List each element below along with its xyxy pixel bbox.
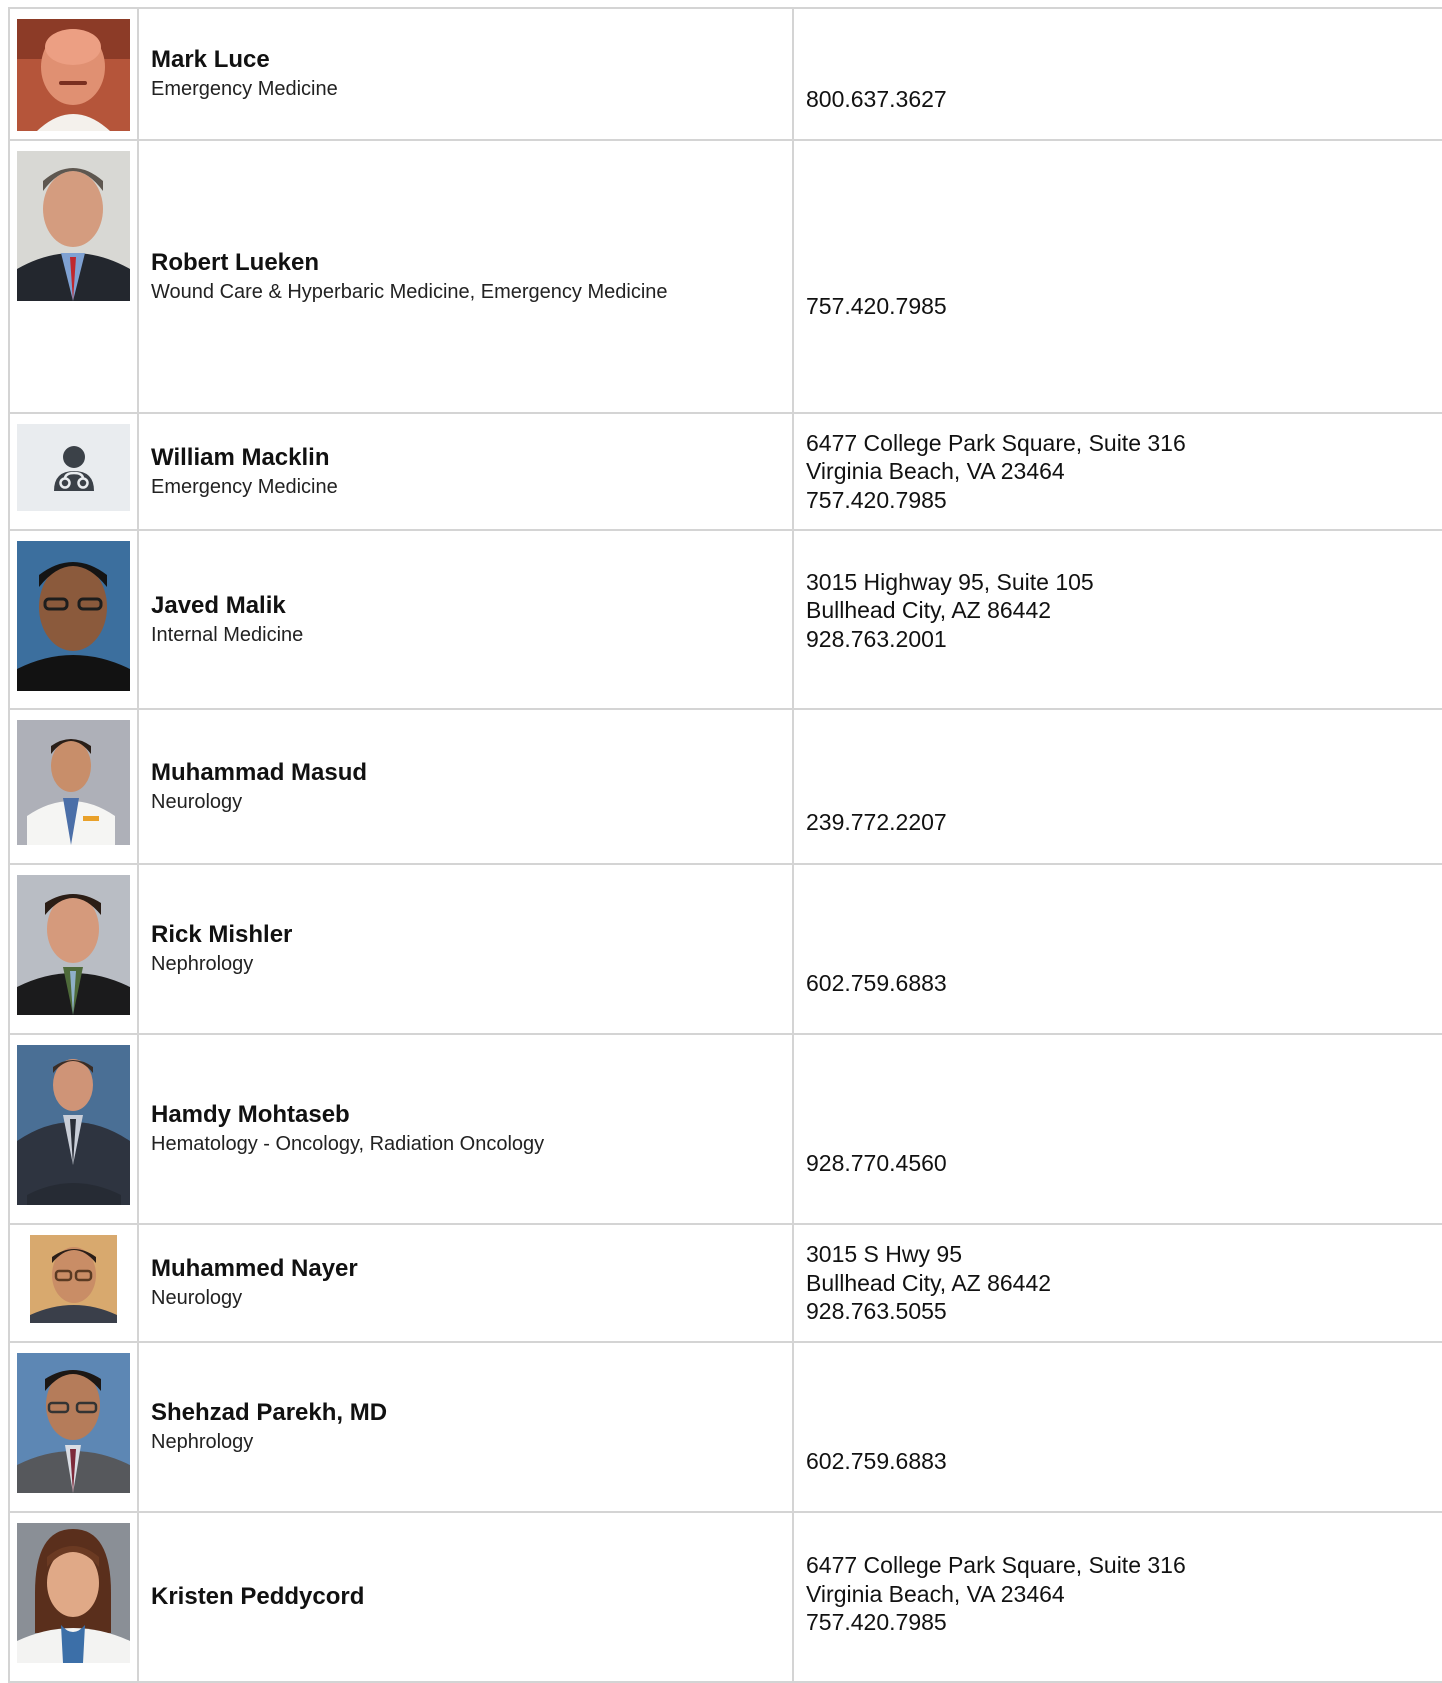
contact-cell: 602.759.6883 xyxy=(792,1341,1442,1513)
doctor-address-line2: Virginia Beach, VA 23464 xyxy=(806,458,1065,485)
doctor-specialty: Nephrology xyxy=(151,1431,254,1453)
photo-cell xyxy=(8,1223,139,1343)
name-cell: William Macklin Emergency Medicine xyxy=(137,412,794,531)
doctor-row: Kristen Peddycord 6477 College Park Squa… xyxy=(8,1511,1442,1683)
doctor-address-line1: 3015 Highway 95, Suite 105 xyxy=(806,568,1094,595)
doctor-phone[interactable]: 757.420.7985 xyxy=(806,292,1442,321)
doctor-row: Robert Lueken Wound Care & Hyperbaric Me… xyxy=(8,139,1442,414)
contact-cell: 757.420.7985 xyxy=(792,139,1442,414)
photo-cell xyxy=(8,863,139,1035)
doctor-address-line1: 6477 College Park Square, Suite 316 xyxy=(806,1552,1186,1579)
name-cell: Robert Lueken Wound Care & Hyperbaric Me… xyxy=(137,139,794,414)
doctor-address-line2: Virginia Beach, VA 23464 xyxy=(806,1580,1065,1607)
doctor-phone[interactable]: 928.763.5055 xyxy=(806,1297,1442,1326)
doctor-address-line2: Bullhead City, AZ 86442 xyxy=(806,597,1052,624)
doctor-row: Muhammad Masud Neurology 239.772.2207 xyxy=(8,708,1442,865)
name-cell: Shehzad Parekh, MD Nephrology xyxy=(137,1341,794,1513)
doctor-directory-table: Mark Luce Emergency Medicine 800.637.362… xyxy=(8,7,1442,1683)
doctor-phone[interactable]: 757.420.7985 xyxy=(806,1608,1442,1637)
doctor-phone[interactable]: 602.759.6883 xyxy=(806,1447,1442,1476)
photo-cell xyxy=(8,139,139,414)
doctor-photo[interactable] xyxy=(17,1523,130,1663)
contact-cell: 928.770.4560 xyxy=(792,1033,1442,1225)
name-cell: Mark Luce Emergency Medicine xyxy=(137,7,794,141)
photo-cell xyxy=(8,1341,139,1513)
doctor-specialty: Emergency Medicine xyxy=(151,78,338,100)
doctor-row: Muhammed Nayer Neurology 3015 S Hwy 95 B… xyxy=(8,1223,1442,1343)
doctor-address-line1: 3015 S Hwy 95 xyxy=(806,1241,962,1268)
contact-cell: 3015 S Hwy 95 Bullhead City, AZ 86442 92… xyxy=(792,1223,1442,1343)
doctor-photo[interactable] xyxy=(17,720,130,845)
doctor-photo[interactable] xyxy=(17,1353,130,1493)
doctor-name[interactable]: Hamdy Mohtaseb xyxy=(151,1100,792,1130)
doctor-specialty: Neurology xyxy=(151,790,243,813)
photo-cell xyxy=(8,7,139,141)
doctor-specialty: Hematology - Oncology, Radiation Oncolog… xyxy=(151,1133,545,1155)
photo-cell xyxy=(8,1511,139,1683)
doctor-name[interactable]: Kristen Peddycord xyxy=(151,1582,792,1612)
doctor-name[interactable]: Rick Mishler xyxy=(151,920,792,950)
doctor-photo[interactable] xyxy=(30,1235,117,1323)
doctor-row: Javed Malik Internal Medicine 3015 Highw… xyxy=(8,529,1442,710)
stethoscope-person-icon xyxy=(53,445,94,491)
doctor-photo[interactable] xyxy=(17,1045,130,1205)
doctor-placeholder-icon[interactable] xyxy=(17,424,130,511)
doctor-phone[interactable]: 239.772.2207 xyxy=(806,808,1442,837)
photo-cell xyxy=(8,412,139,531)
doctor-photo[interactable] xyxy=(17,875,130,1015)
photo-cell xyxy=(8,1033,139,1225)
doctor-phone[interactable]: 800.637.3627 xyxy=(806,85,1442,114)
doctor-row: Hamdy Mohtaseb Hematology - Oncology, Ra… xyxy=(8,1033,1442,1225)
doctor-row: Mark Luce Emergency Medicine 800.637.362… xyxy=(8,7,1442,141)
name-cell: Javed Malik Internal Medicine xyxy=(137,529,794,710)
doctor-phone[interactable]: 928.770.4560 xyxy=(806,1149,1442,1178)
doctor-phone[interactable]: 928.763.2001 xyxy=(806,625,1442,654)
contact-cell: 602.759.6883 xyxy=(792,863,1442,1035)
photo-cell xyxy=(8,529,139,710)
doctor-row: William Macklin Emergency Medicine 6477 … xyxy=(8,412,1442,531)
doctor-photo[interactable] xyxy=(17,151,130,301)
doctor-phone[interactable]: 602.759.6883 xyxy=(806,969,1442,998)
name-cell: Rick Mishler Nephrology xyxy=(137,863,794,1035)
doctor-address-line1: 6477 College Park Square, Suite 316 xyxy=(806,429,1186,456)
doctor-name[interactable]: Shehzad Parekh, MD xyxy=(151,1398,792,1428)
name-cell: Kristen Peddycord xyxy=(137,1511,794,1683)
name-cell: Muhammad Masud Neurology xyxy=(137,708,794,865)
doctor-photo[interactable] xyxy=(17,541,130,691)
doctor-name[interactable]: Mark Luce xyxy=(151,45,792,75)
name-cell: Hamdy Mohtaseb Hematology - Oncology, Ra… xyxy=(137,1033,794,1225)
doctor-specialty: Emergency Medicine xyxy=(151,475,338,498)
doctor-specialty: Neurology xyxy=(151,1287,243,1309)
name-cell: Muhammed Nayer Neurology xyxy=(137,1223,794,1343)
doctor-specialty: Wound Care & Hyperbaric Medicine, Emerge… xyxy=(151,280,668,303)
doctor-photo[interactable] xyxy=(17,19,130,131)
contact-cell: 6477 College Park Square, Suite 316 Virg… xyxy=(792,1511,1442,1683)
contact-cell: 6477 College Park Square, Suite 316 Virg… xyxy=(792,412,1442,531)
doctor-name[interactable]: Javed Malik xyxy=(151,591,792,621)
contact-cell: 800.637.3627 xyxy=(792,7,1442,141)
photo-cell xyxy=(8,708,139,865)
contact-cell: 239.772.2207 xyxy=(792,708,1442,865)
doctor-row: Rick Mishler Nephrology 602.759.6883 xyxy=(8,863,1442,1035)
doctor-specialty: Internal Medicine xyxy=(151,623,304,646)
doctor-name[interactable]: Muhammad Masud xyxy=(151,758,792,788)
doctor-specialty: Nephrology xyxy=(151,953,254,975)
doctor-row: Shehzad Parekh, MD Nephrology 602.759.68… xyxy=(8,1341,1442,1513)
doctor-name[interactable]: Muhammed Nayer xyxy=(151,1254,792,1284)
doctor-address-line2: Bullhead City, AZ 86442 xyxy=(806,1269,1052,1296)
doctor-name[interactable]: Robert Lueken xyxy=(151,248,792,278)
doctor-name[interactable]: William Macklin xyxy=(151,443,792,473)
contact-cell: 3015 Highway 95, Suite 105 Bullhead City… xyxy=(792,529,1442,710)
doctor-phone[interactable]: 757.420.7985 xyxy=(806,486,1442,515)
